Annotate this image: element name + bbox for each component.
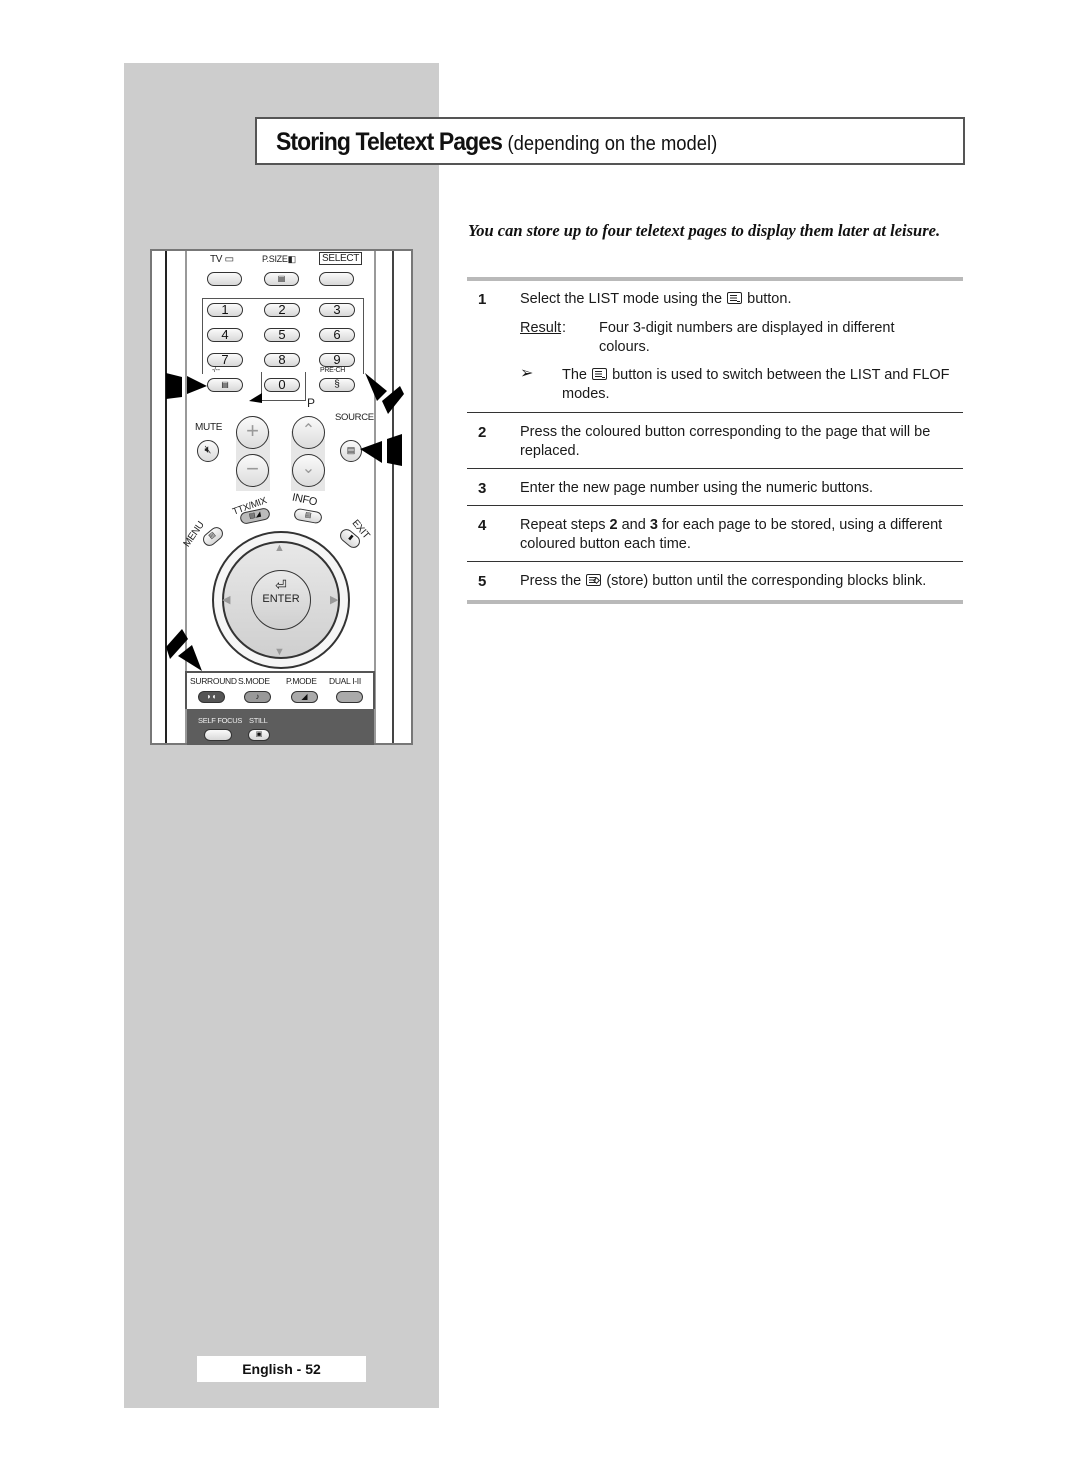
step-text-before: Press the [520, 573, 582, 589]
step-text: Select the LIST mode using the button. [520, 290, 960, 309]
title-subtitle: (depending on the model) [507, 133, 718, 155]
result-colon: : [562, 320, 567, 336]
step-text-mid: and [621, 517, 646, 533]
remote-control-illustration: TV ▭ P.SIZE◧ SELECT ▤ 1 2 3 4 5 6 7 8 9 … [150, 249, 413, 745]
step-text-after: (store) button until the corresponding b… [606, 573, 927, 589]
step-text: Enter the new page number using the nume… [520, 480, 874, 496]
separator [467, 468, 963, 469]
note-text-before: The [562, 367, 587, 383]
pointer-small [249, 393, 262, 403]
intro-text: You can store up to four teletext pages … [468, 221, 941, 240]
arrow-note-icon: ➢ [520, 365, 534, 382]
step-text-after: button. [747, 291, 792, 307]
step-number: 4 [478, 517, 487, 534]
list-button-icon [592, 368, 608, 380]
result-label: Result [520, 320, 562, 336]
step-text: Press the coloured button corresponding … [520, 424, 931, 459]
separator-top [467, 277, 963, 281]
pointer-arrows [166, 373, 404, 671]
pointer-right-tip [365, 373, 387, 401]
note-text: The button is used to switch between the… [562, 366, 962, 404]
separator [467, 505, 963, 506]
step-ref-2: 2 [609, 517, 618, 533]
pointer-bottom-tip [178, 645, 202, 671]
pointer-source-base [387, 434, 402, 466]
step-text-before: Select the LIST mode using the [520, 291, 723, 307]
pointer-source-tip [360, 441, 382, 463]
separator-bottom [467, 600, 963, 604]
step-number: 2 [478, 424, 487, 441]
pointer-left-tip [187, 376, 207, 394]
step-number: 1 [478, 291, 487, 308]
step-number: 5 [478, 573, 487, 590]
result-text: Four 3-digit numbers are displayed in di… [599, 320, 895, 355]
step-text: Press the (store) button until the corre… [520, 572, 960, 591]
page-title: Storing Teletext Pages (depending on the… [276, 128, 717, 157]
step-ref-3: 3 [649, 517, 658, 533]
step-text: Repeat steps 2 and 3 for each page to be… [520, 516, 960, 554]
note-text-after: button is used to switch between the LIS… [562, 367, 950, 402]
page-number-label: English - 52 [197, 1356, 366, 1382]
separator [467, 412, 963, 413]
step-text-before: Repeat steps [520, 517, 606, 533]
pointer-left-base [166, 373, 182, 399]
title-text: Storing Teletext Pages [276, 128, 503, 156]
separator [467, 561, 963, 562]
section-title-box: Storing Teletext Pages (depending on the… [255, 117, 965, 165]
list-button-icon [727, 292, 743, 304]
step-number: 3 [478, 480, 487, 497]
store-button-icon [586, 574, 602, 586]
